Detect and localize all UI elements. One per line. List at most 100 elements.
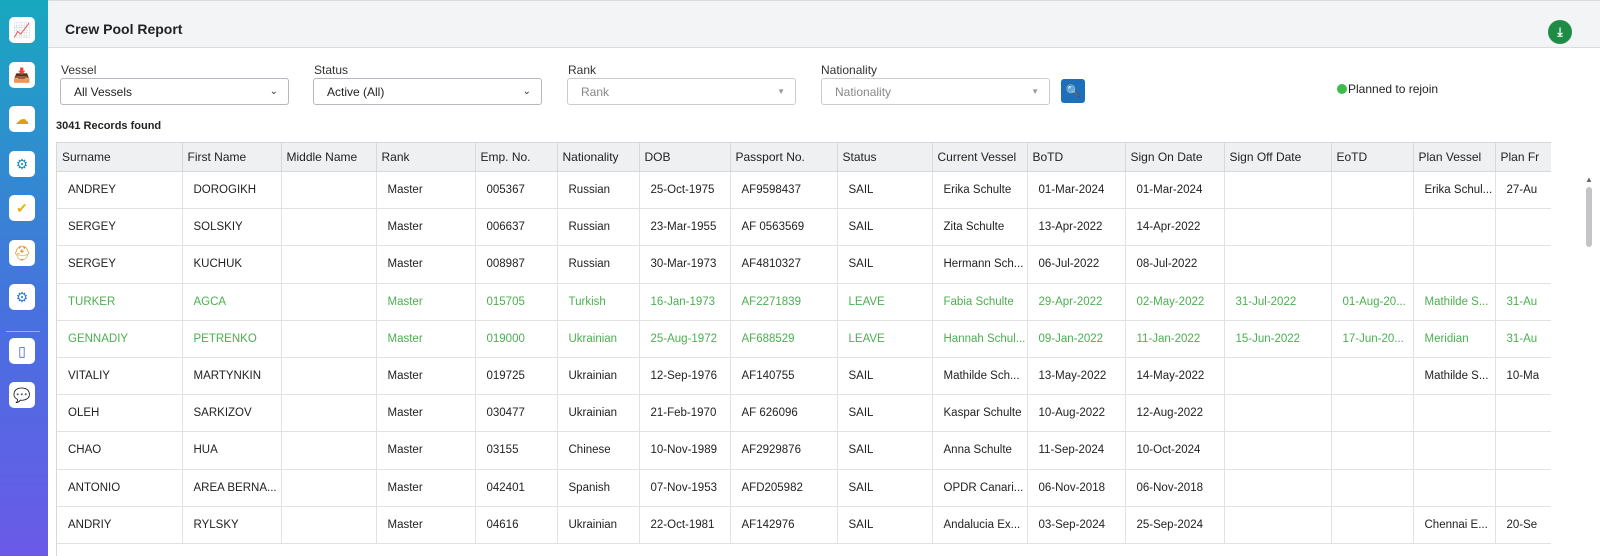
table-cell: 13-May-2022 [1027, 357, 1126, 396]
table-cell: 21-Feb-1970 [639, 394, 731, 433]
column-header[interactable]: EoTD [1331, 142, 1414, 172]
table-cell: Fabia Schulte [932, 283, 1028, 321]
table-row[interactable]: ANDRIY RYLSKY Master 04616 Ukrainian 22-Oct-1… [57, 506, 1551, 544]
scrollbar-thumb[interactable] [1586, 187, 1592, 247]
table-cell: 06-Nov-2018 [1027, 469, 1126, 507]
table-cell [1331, 208, 1414, 247]
column-header[interactable]: Status [837, 142, 933, 172]
column-header[interactable]: Emp. No. [475, 142, 558, 172]
crew-table-container: Surname First Name Middle Name Rank Emp. No.… [56, 142, 1551, 556]
column-header[interactable]: DOB [639, 142, 731, 172]
table-cell: 06-Jul-2022 [1027, 245, 1126, 284]
scroll-up-icon[interactable]: ▲ [1585, 175, 1593, 184]
table-cell [281, 506, 377, 544]
chevron-down-icon: ⌄ [269, 86, 278, 97]
rank-select[interactable]: Rank ▼ [567, 78, 796, 105]
column-header[interactable]: Middle Name [281, 142, 377, 172]
table-cell [1495, 469, 1551, 507]
checklist-icon[interactable]: ✔ [9, 195, 35, 221]
table-cell: Mathilde Sch... [932, 357, 1028, 396]
column-header[interactable]: Sign Off Date [1224, 142, 1332, 172]
table-cell: Master [376, 394, 476, 433]
table-cell: 04616 [475, 506, 558, 544]
helmet-icon[interactable]: ⛑ [9, 240, 35, 266]
nationality-select[interactable]: Nationality ▼ [821, 78, 1050, 105]
table-cell [281, 469, 377, 507]
table-cell: Hermann Sch... [932, 245, 1028, 284]
table-row[interactable]: TURKER AGCA Master 015705 Turkish 16-Jan-1973… [57, 283, 1551, 321]
excel-export-icon[interactable]: ⤓ [1548, 20, 1572, 44]
table-cell: VITALIY [57, 357, 183, 396]
gear-icon[interactable]: ⚙ [9, 151, 35, 177]
table-cell: 015705 [475, 283, 558, 321]
status-select-value: Active (All) [327, 84, 385, 99]
cloud-icon[interactable]: ☁ [9, 106, 35, 132]
column-header[interactable]: BoTD [1027, 142, 1126, 172]
table-cell: SAIL [837, 357, 933, 396]
table-cell [281, 320, 377, 358]
table-row[interactable]: CHAO HUA Master 03155 Chinese 10-Nov-1989 AF29… [57, 431, 1551, 470]
table-cell: 10-Oct-2024 [1125, 431, 1225, 470]
nationality-select-placeholder: Nationality [835, 84, 892, 99]
column-header[interactable]: Current Vessel [932, 142, 1028, 172]
table-cell: 06-Nov-2018 [1125, 469, 1225, 507]
table-cell: 31-Au [1495, 283, 1551, 321]
table-cell: 10-Ma [1495, 357, 1551, 396]
column-header[interactable]: Rank [376, 142, 476, 172]
table-row[interactable]: OLEH SARKIZOV Master 030477 Ukrainian 21-Feb-… [57, 394, 1551, 433]
table-cell [1495, 208, 1551, 247]
vessel-select[interactable]: All Vessels ⌄ [60, 78, 289, 105]
settings-cog-icon[interactable]: ⚙ [9, 284, 35, 310]
table-cell [1224, 431, 1332, 470]
legend: Planned to rejoin [1337, 82, 1438, 96]
monitor-icon[interactable]: 📈 [9, 17, 35, 43]
table-cell: Spanish [557, 469, 640, 507]
table-row[interactable]: VITALIY MARTYNKIN Master 019725 Ukrainian 12-… [57, 357, 1551, 396]
table-cell: 14-Apr-2022 [1125, 208, 1225, 247]
chat-icon[interactable]: 💬 [9, 382, 35, 408]
status-select[interactable]: Active (All) ⌄ [313, 78, 542, 105]
table-row[interactable]: ANTONIO AREA BERNA... Master 042401 Spanish 0… [57, 469, 1551, 507]
table-cell: 29-Apr-2022 [1027, 283, 1126, 321]
table-cell: AF 626096 [730, 394, 838, 433]
table-cell: SAIL [837, 394, 933, 433]
table-cell: Master [376, 245, 476, 284]
table-cell: 08-Jul-2022 [1125, 245, 1225, 284]
table-cell: 01-Mar-2024 [1125, 171, 1225, 210]
vertical-scrollbar[interactable]: ▲ [1584, 172, 1594, 556]
column-header[interactable]: Plan Fr [1495, 142, 1551, 172]
download-tray-icon[interactable]: 📥 [9, 62, 35, 88]
table-cell: Ukrainian [557, 506, 640, 544]
search-button[interactable]: 🔍 [1061, 79, 1085, 103]
table-cell: SAIL [837, 208, 933, 247]
column-header[interactable]: Plan Vessel [1413, 142, 1496, 172]
table-row[interactable]: ANDREY DOROGIKH Master 005367 Russian 25-Oct-… [57, 171, 1551, 210]
mobile-icon[interactable]: ▯ [9, 338, 35, 364]
table-cell: MARTYNKIN [182, 357, 282, 396]
table-cell: 31-Au [1495, 320, 1551, 358]
caret-down-icon: ▼ [1031, 87, 1039, 96]
vessel-filter-label: Vessel [61, 63, 97, 77]
table-cell: AF9598437 [730, 171, 838, 210]
table-cell: ANTONIO [57, 469, 183, 507]
table-cell: RYLSKY [182, 506, 282, 544]
column-header[interactable]: Sign On Date [1125, 142, 1225, 172]
column-header[interactable]: First Name [182, 142, 282, 172]
table-cell: Master [376, 506, 476, 544]
table-cell: SERGEY [57, 245, 183, 284]
table-cell: Master [376, 283, 476, 321]
table-cell: PETRENKO [182, 320, 282, 358]
table-row[interactable]: GENNADIY PETRENKO Master 019000 Ukrainian 25-… [57, 320, 1551, 358]
column-header[interactable]: Nationality [557, 142, 640, 172]
table-row[interactable]: SERGEY KUCHUK Master 008987 Russian 30-Mar-19… [57, 245, 1551, 284]
table-cell: 005367 [475, 171, 558, 210]
column-header[interactable]: Surname [57, 142, 183, 172]
table-cell: 30-Mar-1973 [639, 245, 731, 284]
table-cell [281, 245, 377, 284]
table-cell [1331, 171, 1414, 210]
table-cell: 14-May-2022 [1125, 357, 1225, 396]
table-cell [1413, 394, 1496, 433]
table-row[interactable]: SERGEY SOLSKIY Master 006637 Russian 23-Mar-1… [57, 208, 1551, 247]
column-header[interactable]: Passport No. [730, 142, 838, 172]
table-cell: 25-Oct-1975 [639, 171, 731, 210]
